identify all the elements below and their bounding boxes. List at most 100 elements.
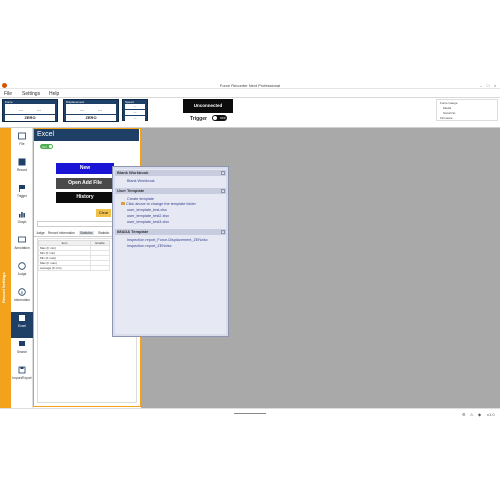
gauge-icon <box>18 158 26 166</box>
info-icon <box>18 288 26 296</box>
displacement-value-left: --- <box>80 107 84 112</box>
open-add-file-button[interactable]: Open Add File <box>56 178 114 189</box>
history-button[interactable]: History <box>56 192 114 203</box>
toggle-knob <box>213 116 217 120</box>
force-zero-button[interactable]: ZERO <box>5 115 55 121</box>
force-readout: --- --- <box>5 104 55 114</box>
force-gauge-model: Model <box>443 106 452 110</box>
trigger-toggle[interactable]: OFF <box>212 115 227 121</box>
check-icon <box>18 262 26 270</box>
force-gauge-display: Force --- --- ZERO <box>2 99 58 122</box>
minimize-button[interactable]: – <box>478 83 484 88</box>
trigger-state: OFF <box>220 116 226 120</box>
clear-button[interactable]: Clear <box>96 209 111 217</box>
folder-icon <box>121 202 125 205</box>
title-bar: Force Recorder Next Professional – □ × <box>0 82 500 89</box>
nav-search[interactable]: Search <box>11 338 33 364</box>
displacement-zero-button[interactable]: ZERO <box>66 115 116 121</box>
nav-record[interactable]: Record <box>11 156 33 182</box>
force-value-right: --- <box>37 107 41 112</box>
list-item[interactable]: Inspection report_Force-Displacement_ZEN… <box>127 238 208 242</box>
menu-file[interactable]: File <box>4 91 12 97</box>
template-popup: Blank Workbook ^ Blank Workbook User Tem… <box>112 166 229 337</box>
item-label: Click above to change the template folde… <box>126 202 196 206</box>
flag-icon <box>19 185 25 192</box>
nav-information[interactable]: Information <box>11 286 33 312</box>
tab-record-information[interactable]: Record information <box>47 231 76 235</box>
connection-status[interactable]: Unconnected <box>183 99 233 113</box>
version-label: v1.0 <box>487 412 495 417</box>
table-row[interactable]: Average (F min) <box>38 265 110 271</box>
speed-value: --- <box>125 116 145 121</box>
scroll-indicator[interactable] <box>234 413 266 414</box>
nav-label: File <box>19 142 25 146</box>
displacement-value-right: --- <box>98 107 102 112</box>
nav-label: Search <box>16 350 28 354</box>
tab-statistic[interactable]: Statistic <box>97 231 110 235</box>
list-item[interactable]: Create template <box>127 197 154 201</box>
nav-label: Information <box>14 298 30 302</box>
displacement-readout: --- --- <box>66 104 116 114</box>
group-header-blank[interactable]: Blank Workbook ^ <box>115 170 226 176</box>
displacement-gauge-display: Displacement --- --- ZERO <box>63 99 119 122</box>
nav-label: Trigger <box>17 194 27 198</box>
force-gauge-title: Force Gauge <box>440 101 458 105</box>
menu-help[interactable]: Help <box>49 91 59 97</box>
group-header-user[interactable]: User Template ^ <box>115 188 226 194</box>
speed-value: --- <box>125 104 145 109</box>
sidebar-strip: Record Settings <box>0 128 11 408</box>
tab-statistics[interactable]: Statistics <box>79 231 94 235</box>
nav-label: Annotation <box>14 246 30 250</box>
group-title: IMADA Template <box>117 229 149 234</box>
force-gauge-serial: Serial No. <box>443 111 457 115</box>
settings-icon[interactable]: ⚙ <box>462 412 466 417</box>
menu-bar: File Settings Help <box>0 89 500 98</box>
force-gauge-firmware: Firmware <box>440 116 453 120</box>
table-cell: Average (F min) <box>38 265 91 271</box>
list-item[interactable]: user_template_test.xlsx <box>127 208 167 212</box>
list-item[interactable]: user_template_test3.xlsx <box>127 220 169 224</box>
nav-label: Import/Export <box>12 376 32 380</box>
nav-excel[interactable]: Excel <box>11 312 33 338</box>
nav-graph[interactable]: Graph <box>11 208 33 234</box>
nav-file[interactable]: File <box>11 130 33 156</box>
folder-icon <box>18 132 26 140</box>
list-item[interactable]: Blank Workbook <box>127 179 155 183</box>
menu-settings[interactable]: Settings <box>22 91 40 97</box>
enable-checkbox[interactable] <box>90 265 110 271</box>
measurement-panel: Force --- --- ZERO Displacement --- --- … <box>0 98 500 128</box>
force-gauge-info: Force Gauge Model Serial No. Firmware <box>436 99 498 121</box>
group-title: User Template <box>117 188 145 193</box>
speed-display: Speed --- --- --- <box>122 99 148 121</box>
excel-icon <box>19 315 25 321</box>
group-header-imada[interactable]: IMADA Template ^ <box>115 229 226 235</box>
collapse-icon[interactable]: ^ <box>221 171 225 175</box>
excel-toggle-state: ON <box>42 144 47 149</box>
window-title: Force Recorder Next Professional <box>219 83 281 88</box>
nav-import-export[interactable]: Import/Export <box>11 364 33 390</box>
nav-label: Record <box>16 168 28 172</box>
excel-toggle[interactable]: ON <box>40 144 53 149</box>
comment-icon <box>18 236 26 243</box>
excel-title: Excel <box>34 129 139 141</box>
list-item[interactable]: user_template_test2.xlsx <box>127 214 169 218</box>
group-title: Blank Workbook <box>117 170 149 175</box>
nav-label: Excel <box>18 324 26 328</box>
nav-trigger[interactable]: Trigger <box>11 182 33 208</box>
navigation-bar: File Record Trigger Graph Annotation Jud… <box>11 128 33 408</box>
list-item[interactable]: Inspection report_ZENxlsx <box>127 244 172 248</box>
maximize-button[interactable]: □ <box>485 83 491 88</box>
collapse-icon[interactable]: ^ <box>221 230 225 234</box>
new-button[interactable]: New <box>56 163 114 174</box>
nav-judge[interactable]: Judge <box>11 260 33 286</box>
toggle-knob <box>49 145 52 148</box>
list-item[interactable]: Click above to change the template folde… <box>121 202 196 206</box>
save-icon <box>18 366 26 374</box>
sidebar-label: Record Settings <box>1 272 6 304</box>
nav-annotation[interactable]: Annotation <box>11 234 33 260</box>
collapse-icon[interactable]: ^ <box>221 189 225 193</box>
nav-label: Judge <box>17 272 27 276</box>
close-button[interactable]: × <box>492 83 498 88</box>
trigger-label: Trigger <box>190 116 207 122</box>
tab-judge[interactable]: Judge <box>35 231 46 235</box>
